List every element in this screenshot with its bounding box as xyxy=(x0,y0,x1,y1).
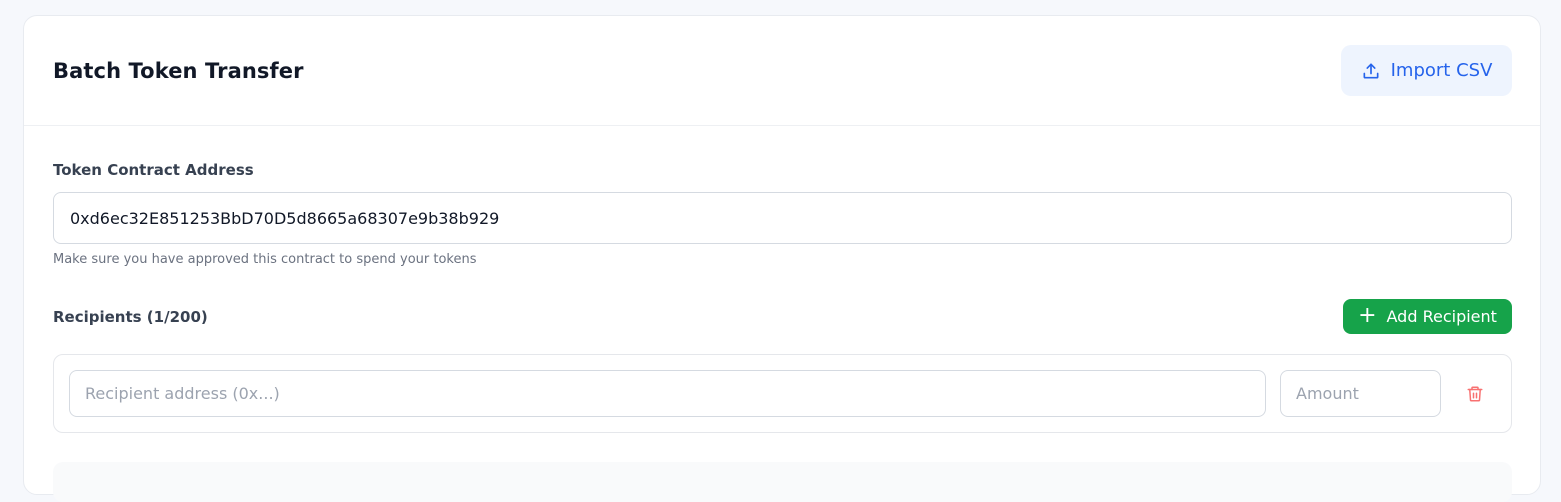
recipient-row xyxy=(53,354,1512,433)
summary-panel xyxy=(53,462,1512,502)
recipients-count-label: Recipients (1/200) xyxy=(53,308,208,326)
token-address-label: Token Contract Address xyxy=(53,161,254,179)
recipient-address-input[interactable] xyxy=(69,370,1266,417)
card-header: Batch Token Transfer Import CSV xyxy=(24,16,1540,126)
add-recipient-label: Add Recipient xyxy=(1386,307,1497,326)
token-address-hint: Make sure you have approved this contrac… xyxy=(53,252,477,267)
page-title: Batch Token Transfer xyxy=(53,59,304,83)
import-csv-button[interactable]: Import CSV xyxy=(1341,45,1512,96)
add-recipient-button[interactable]: + Add Recipient xyxy=(1343,299,1512,334)
trash-icon[interactable] xyxy=(1464,383,1486,405)
upload-icon xyxy=(1361,61,1381,81)
token-address-input[interactable] xyxy=(53,192,1512,244)
recipient-amount-input[interactable] xyxy=(1280,370,1441,417)
import-csv-label: Import CSV xyxy=(1390,60,1493,81)
plus-icon: + xyxy=(1358,302,1377,328)
batch-transfer-card: Batch Token Transfer Import CSV Token Co… xyxy=(23,15,1541,502)
